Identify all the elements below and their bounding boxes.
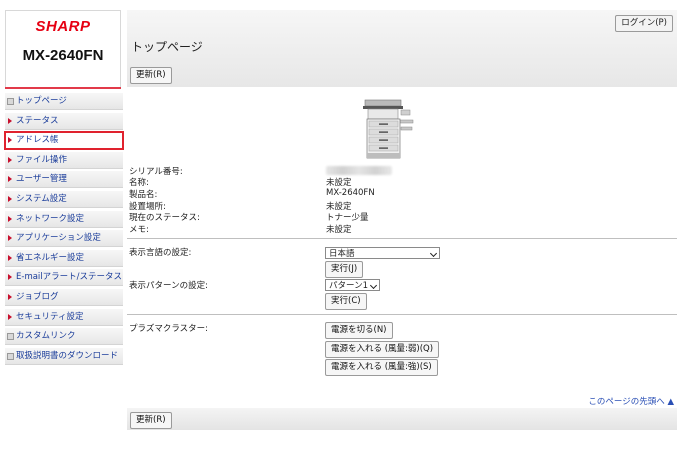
refresh-button-top[interactable]: 更新(R) — [130, 67, 172, 84]
language-setting-label: 表示言語の設定: — [129, 248, 192, 258]
sidebar-item-application-settings[interactable]: アプリケーション設定 — [5, 230, 123, 248]
header-bar: ログイン(P) トップページ — [127, 10, 677, 87]
sharp-logo: SHARP — [35, 18, 91, 35]
sidebar-item-job-log[interactable]: ジョブログ — [5, 288, 123, 306]
sidebar-item-email-alert[interactable]: E-mailアラート/ステータス — [5, 269, 123, 287]
arrow-right-icon — [8, 117, 12, 124]
arrow-right-icon — [8, 235, 12, 242]
sidebar-item-label: アプリケーション設定 — [16, 233, 101, 244]
sidebar-item-label: 省エネルギー設定 — [16, 252, 85, 263]
sidebar-item-manual-download[interactable]: 取扱説明書のダウンロード — [5, 347, 123, 365]
current-status-label: 現在のステータス: — [129, 213, 200, 223]
printer-image — [363, 99, 414, 159]
sidebar-item-system-settings[interactable]: システム設定 — [5, 190, 123, 208]
sidebar-item-label: セキュリティ設定 — [16, 311, 84, 322]
current-status-value: トナー少量 — [326, 213, 369, 223]
arrow-right-icon — [8, 195, 12, 202]
serial-number-value-blurred — [326, 166, 392, 175]
product-name-value: MX-2640FN — [326, 188, 375, 198]
chevron-down-icon — [369, 281, 378, 290]
arrow-right-icon — [8, 293, 12, 300]
arrow-right-icon — [8, 274, 12, 281]
sidebar-item-status[interactable]: ステータス — [5, 112, 123, 130]
model-name: MX-2640FN — [22, 47, 104, 64]
sidebar-item-energy-saving[interactable]: 省エネルギー設定 — [5, 249, 123, 267]
arrow-right-icon — [8, 156, 12, 163]
divider — [127, 238, 677, 239]
pattern-select[interactable]: パターン1 — [325, 279, 380, 291]
product-name-label: 製品名: — [129, 190, 158, 200]
arrow-right-icon — [8, 137, 12, 144]
sidebar-item-security-settings[interactable]: セキュリティ設定 — [5, 308, 123, 326]
arrow-right-icon — [8, 254, 12, 261]
chevron-down-icon — [429, 249, 438, 258]
plasmacluster-label: プラズマクラスター: — [129, 324, 209, 334]
square-icon — [7, 98, 14, 105]
sidebar-item-label: ネットワーク設定 — [16, 213, 85, 224]
brand-panel: SHARP MX-2640FN — [5, 10, 121, 88]
arrow-right-icon — [8, 215, 12, 222]
sidebar-item-label: ユーザー管理 — [16, 174, 67, 185]
language-select[interactable]: 日本語 — [325, 247, 440, 259]
name-value: 未設定 — [326, 178, 352, 188]
page-title: トップページ — [131, 40, 203, 54]
display-pattern-label: 表示パターンの設定: — [129, 281, 208, 291]
sidebar-item-user-management[interactable]: ユーザー管理 — [5, 171, 123, 189]
login-button[interactable]: ログイン(P) — [615, 15, 673, 32]
sidebar-item-label: ステータス — [16, 115, 59, 126]
square-icon — [7, 333, 14, 341]
sidebar-item-address-book[interactable]: アドレス帳 — [4, 131, 124, 151]
memo-value: 未設定 — [326, 225, 352, 235]
sidebar-nav: トップページ ステータス アドレス帳 ファイル操作 ユーザー管理 システム設定 … — [4, 93, 124, 367]
sidebar-item-top-page[interactable]: トップページ — [5, 93, 123, 110]
sidebar-item-label: 取扱説明書のダウンロード — [16, 350, 119, 361]
arrow-right-icon — [8, 176, 12, 183]
sidebar-item-file-operation[interactable]: ファイル操作 — [5, 151, 123, 169]
sidebar-item-label: ファイル操作 — [16, 154, 68, 165]
language-select-value: 日本語 — [329, 249, 355, 259]
power-on-strong-button[interactable]: 電源を入れる (風量:強)(S) — [325, 359, 438, 376]
pattern-select-value: パターン1 — [329, 281, 368, 291]
sidebar-item-label: カスタムリンク — [16, 331, 76, 342]
power-on-weak-button[interactable]: 電源を入れる (風量:弱)(Q) — [325, 341, 440, 358]
back-to-top-link[interactable]: このページの先頭へ ▲ — [588, 395, 674, 407]
sidebar-item-label: アドレス帳 — [16, 135, 59, 146]
refresh-button-bottom[interactable]: 更新(R) — [130, 412, 172, 429]
power-off-button[interactable]: 電源を切る(N) — [325, 322, 393, 339]
memo-label: メモ: — [129, 225, 149, 235]
sidebar-item-label: トップページ — [16, 96, 67, 106]
sidebar-item-network-settings[interactable]: ネットワーク設定 — [5, 210, 123, 228]
divider — [127, 314, 677, 315]
footer-bar — [127, 408, 677, 430]
execute-j-button[interactable]: 実行(J) — [325, 261, 364, 278]
execute-c-button[interactable]: 実行(C) — [325, 293, 367, 310]
sidebar-item-label: ジョブログ — [16, 291, 59, 302]
square-icon — [7, 352, 14, 360]
sidebar-item-label: システム設定 — [16, 193, 67, 204]
arrow-right-icon — [8, 313, 12, 320]
sidebar-item-label: E-mailアラート/ステータス — [16, 272, 123, 283]
name-label: 名称: — [129, 178, 149, 188]
brand-underline — [5, 87, 121, 89]
sidebar-item-custom-link[interactable]: カスタムリンク — [5, 328, 123, 346]
